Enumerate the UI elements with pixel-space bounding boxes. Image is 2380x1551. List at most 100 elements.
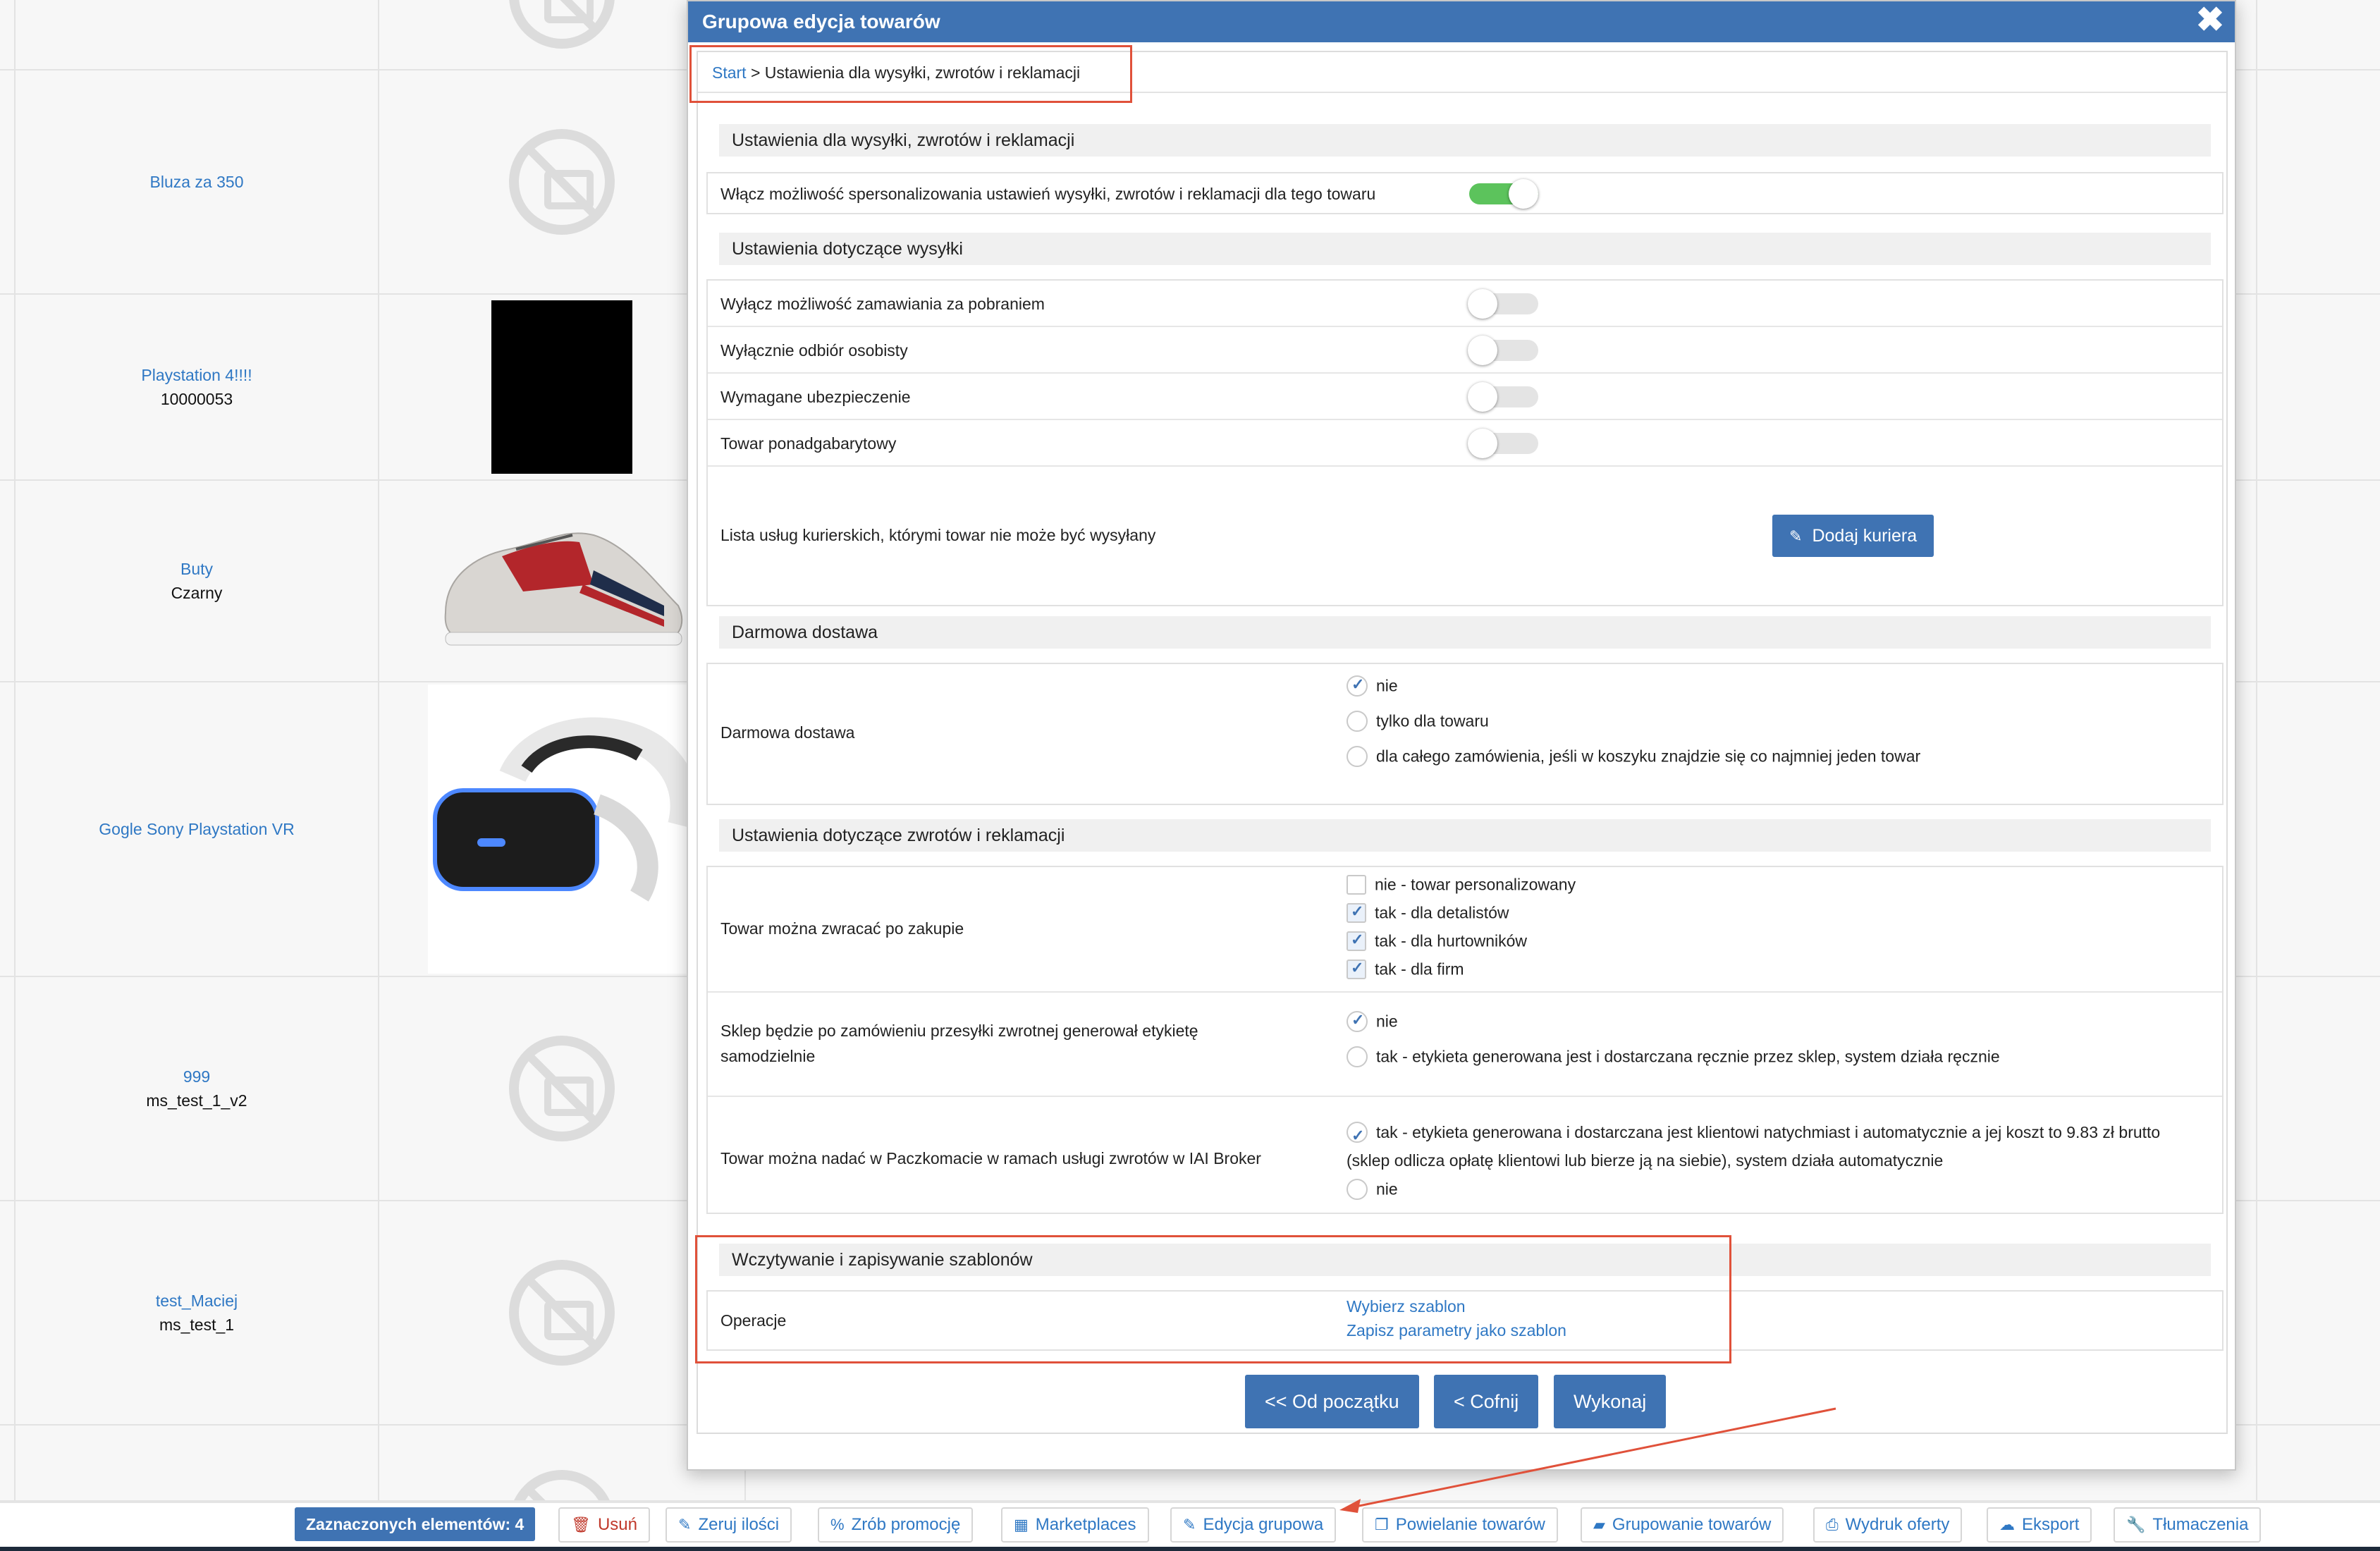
- free-delivery-option-order[interactable]: dla całego zamówienia, jeśli w koszyku z…: [1347, 746, 1920, 767]
- product-name-link[interactable]: Gogle Sony Playstation VR: [99, 817, 294, 841]
- section-header-free-delivery: Darmowa dostawa: [719, 616, 2211, 649]
- setting-label: Towar ponadgabarytowy: [720, 434, 897, 453]
- checkbox-checked[interactable]: [1347, 902, 1366, 923]
- no-image-icon: [509, 0, 615, 49]
- bulk-action-bar: Zaznaczonych elementów: 4 🗑 Usuń ✎ Zeruj i…: [0, 1502, 2380, 1551]
- no-image-icon: [509, 1036, 615, 1141]
- free-delivery-option-no[interactable]: nie: [1347, 675, 1398, 697]
- edit-icon: ✎: [1183, 1516, 1196, 1533]
- free-delivery-label: Darmowa dostawa: [720, 723, 855, 742]
- product-name-link[interactable]: 999: [183, 1065, 210, 1089]
- product-name-link[interactable]: Playstation 4!!!!: [141, 363, 252, 387]
- personalize-panel: Włącz możliwość spersonalizowania ustawi…: [706, 172, 2223, 214]
- trash-icon: 🗑: [571, 1516, 591, 1533]
- translations-button[interactable]: 🔧 Tłumaczenia: [2114, 1507, 2262, 1543]
- setting-label: Wyłącz możliwość zamawiania za pobraniem: [720, 295, 1045, 313]
- paczkomat-label: Towar można nadać w Paczkomacie w ramach…: [720, 1149, 1261, 1167]
- product-image: [444, 532, 683, 646]
- no-image-icon: [509, 1470, 615, 1500]
- shipping-panel: Wyłącz możliwość zamawiania za pobraniem…: [706, 279, 2223, 606]
- return-label-option-no[interactable]: nie: [1347, 1011, 1398, 1032]
- insurance-toggle[interactable]: [1468, 382, 1538, 412]
- free-delivery-option-product[interactable]: tylko dla towaru: [1347, 711, 1489, 732]
- section-header-returns: Ustawienia dotyczące zwrotów i reklamacj…: [719, 819, 2211, 852]
- product-name-link[interactable]: Buty: [180, 557, 213, 581]
- cloud-upload-icon: ☁: [1999, 1516, 2015, 1533]
- eraser-icon: ✎: [678, 1516, 692, 1533]
- modal-header: Grupowa edycja towarów ✖: [688, 1, 2235, 42]
- returns-panel: Towar można zwracać po zakupie nie - tow…: [706, 866, 2223, 1214]
- radio[interactable]: [1347, 1046, 1368, 1067]
- make-promotion-button[interactable]: % Zrób promocję: [818, 1507, 974, 1543]
- setting-row: Towar można nadać w Paczkomacie w ramach…: [708, 1097, 2222, 1213]
- returns-after-purchase-label: Towar można zwracać po zakupie: [720, 919, 964, 938]
- duplicate-products-button[interactable]: ❐ Powielanie towarów: [1362, 1507, 1558, 1543]
- cod-toggle[interactable]: [1468, 289, 1538, 319]
- section-header-shipping: Ustawienia dotyczące wysyłki: [719, 233, 2211, 265]
- free-delivery-panel: Darmowa dostawa nie tylko dla towaru dla…: [706, 663, 2223, 805]
- marketplaces-button[interactable]: ▦ Marketplaces: [1001, 1507, 1149, 1543]
- folder-icon: ▰: [1593, 1516, 1605, 1533]
- setting-row: Wyłącz możliwość zamawiania za pobraniem: [708, 281, 2222, 327]
- zero-quantities-button[interactable]: ✎ Zeruj ilości: [665, 1507, 792, 1543]
- product-code: ms_test_1_v2: [146, 1091, 247, 1110]
- store-icon: ▦: [1014, 1516, 1029, 1533]
- product-variant: Czarny: [171, 584, 223, 602]
- personalize-label: Włącz możliwość spersonalizowania ustawi…: [720, 185, 1376, 203]
- checkbox-checked[interactable]: [1347, 931, 1366, 951]
- product-image: [491, 300, 632, 474]
- couriers-label: Lista usług kurierskich, którymi towar n…: [720, 526, 1156, 544]
- radio[interactable]: [1347, 746, 1368, 767]
- return-label-option-manual[interactable]: tak - etykieta generowana jest i dostarc…: [1347, 1046, 2000, 1067]
- product-code: 10000053: [160, 390, 233, 408]
- modal-body: Start > Ustawienia dla wysyłki, zwrotów …: [697, 51, 2228, 1434]
- paczkomat-option-no[interactable]: nie: [1347, 1179, 1398, 1200]
- radio-selected[interactable]: [1347, 675, 1368, 697]
- annotation-highlight-templates: [695, 1235, 1731, 1363]
- annotation-highlight-breadcrumb: [689, 45, 1132, 103]
- group-products-button[interactable]: ▰ Grupowanie towarów: [1581, 1507, 1784, 1543]
- radio-selected[interactable]: [1347, 1121, 1368, 1150]
- radio-selected[interactable]: [1347, 1011, 1368, 1032]
- checkbox-checked[interactable]: [1347, 959, 1366, 979]
- bulk-edit-button[interactable]: ✎ Edycja grupowa: [1170, 1507, 1337, 1543]
- product-name-link[interactable]: test_Maciej: [156, 1289, 238, 1313]
- personalize-toggle[interactable]: [1469, 179, 1538, 209]
- return-option-wholesale[interactable]: tak - dla hurtowników: [1347, 931, 1527, 951]
- edit-icon: ✎: [1789, 527, 1803, 545]
- printer-icon: ⎙: [1826, 1516, 1839, 1533]
- wrench-icon: 🔧: [2126, 1516, 2146, 1533]
- setting-row: Sklep będzie po zamówieniu przesyłki zwr…: [708, 993, 2222, 1097]
- setting-label: Wymagane ubezpieczenie: [720, 388, 911, 406]
- product-code: ms_test_1: [159, 1316, 235, 1334]
- no-image-icon: [509, 129, 615, 235]
- delete-button[interactable]: 🗑 Usuń: [558, 1507, 650, 1543]
- modal-title: Grupowa edycja towarów: [702, 11, 940, 32]
- paczkomat-option-yes[interactable]: tak - etykieta generowana i dostarczana …: [1347, 1117, 2160, 1175]
- return-option-personalized[interactable]: nie - towar personalizowany: [1347, 874, 1576, 895]
- checkbox[interactable]: [1347, 874, 1366, 895]
- return-option-retail[interactable]: tak - dla detalistów: [1347, 902, 1509, 923]
- back-button[interactable]: < Cofnij: [1434, 1375, 1539, 1428]
- return-option-companies[interactable]: tak - dla firm: [1347, 959, 1464, 979]
- return-label-generation-label: Sklep będzie po zamówieniu przesyłki zwr…: [720, 1022, 1198, 1065]
- section-header-main: Ustawienia dla wysyłki, zwrotów i reklam…: [719, 124, 2211, 157]
- radio[interactable]: [1347, 1179, 1368, 1200]
- oversized-toggle[interactable]: [1468, 429, 1538, 458]
- setting-row: Towar można zwracać po zakupie nie - tow…: [708, 867, 2222, 993]
- print-offer-button[interactable]: ⎙ Wydruk oferty: [1813, 1507, 1963, 1543]
- product-image: [428, 685, 696, 974]
- add-courier-button[interactable]: ✎ Dodaj kuriera: [1772, 515, 1934, 557]
- export-button[interactable]: ☁ Eksport: [1987, 1507, 2092, 1543]
- personal-pickup-toggle[interactable]: [1468, 336, 1538, 365]
- close-icon[interactable]: ✖: [2191, 3, 2229, 41]
- setting-row: Wymagane ubezpieczenie: [708, 374, 2222, 420]
- setting-row: Wyłącznie odbiór osobisty: [708, 327, 2222, 374]
- radio[interactable]: [1347, 711, 1368, 732]
- back-to-start-button[interactable]: << Od początku: [1245, 1375, 1419, 1428]
- setting-row: Lista usług kurierskich, którymi towar n…: [708, 467, 2222, 605]
- copy-icon: ❐: [1375, 1516, 1389, 1533]
- percent-icon: %: [830, 1516, 845, 1533]
- execute-button[interactable]: Wykonaj: [1554, 1375, 1667, 1428]
- product-name-link[interactable]: Bluza za 350: [150, 170, 244, 194]
